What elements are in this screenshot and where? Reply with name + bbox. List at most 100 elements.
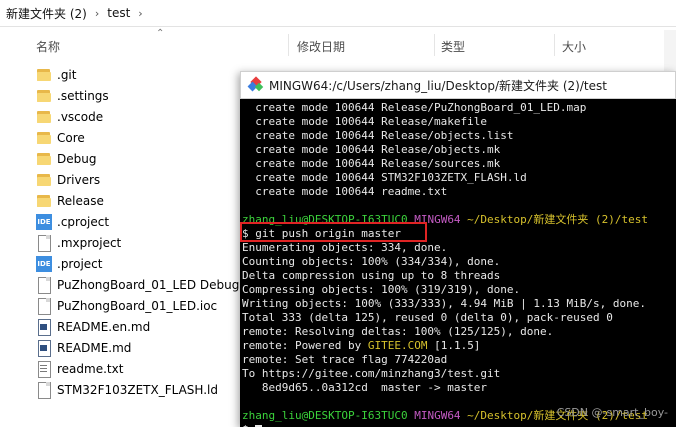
ide-icon-text: IDE <box>37 217 51 226</box>
file-row[interactable]: STM32F103ZETX_FLASH.ld <box>30 379 270 400</box>
terminal-window[interactable]: MINGW64:/c/Users/zhang_liu/Desktop/新建文件夹… <box>240 71 676 427</box>
watermark: CSDN @-smart_boy- <box>556 406 668 419</box>
sort-up-icon: ⌃ <box>156 28 165 39</box>
terminal-line: create mode 100644 Release/makefile <box>242 115 674 129</box>
terminal-text: 8ed9d65..0a312cd master -> master <box>242 381 488 394</box>
ide-file-icon: IDE <box>36 255 52 272</box>
file-name: .project <box>57 256 103 271</box>
file-row[interactable]: Debug <box>30 148 270 169</box>
chevron-right-icon[interactable]: › <box>138 7 142 20</box>
terminal-text: remote: Powered by <box>242 339 368 352</box>
folder-icon <box>36 67 52 83</box>
file-name: Core <box>57 130 85 145</box>
column-size[interactable]: 大小 <box>562 38 586 55</box>
folder-icon <box>36 172 52 188</box>
file-name: .vscode <box>57 109 104 124</box>
file-name: readme.txt <box>57 361 124 376</box>
file-icon <box>36 381 52 399</box>
file-row[interactable]: Core <box>30 127 270 148</box>
terminal-text: create mode 100644 readme.txt <box>242 185 448 198</box>
terminal-text: Compressing objects: 100% (319/319), don… <box>242 283 521 296</box>
folder-icon <box>36 151 52 167</box>
breadcrumb-current[interactable]: test <box>107 6 130 20</box>
git-bash-icon <box>247 76 264 92</box>
file-row[interactable]: Drivers <box>30 169 270 190</box>
terminal-line: Writing objects: 100% (333/333), 4.94 Mi… <box>242 297 674 311</box>
terminal-text: ~/Desktop/新建文件夹 (2)/test <box>460 213 649 226</box>
terminal-output[interactable]: create mode 100644 Release/PuZhongBoard_… <box>242 101 674 427</box>
terminal-line: create mode 100644 Release/objects.list <box>242 129 674 143</box>
file-name: .cproject <box>57 214 110 229</box>
terminal-text: Delta compression using up to 8 threads <box>242 269 501 282</box>
terminal-text: $ <box>242 423 255 427</box>
column-divider[interactable] <box>434 34 435 56</box>
folder-icon <box>36 109 52 125</box>
terminal-line: $ <box>242 423 674 427</box>
file-row[interactable]: README.md <box>30 337 270 358</box>
terminal-text: Enumerating objects: 334, done. <box>242 241 448 254</box>
file-name: Debug <box>57 151 97 166</box>
markdown-file-icon <box>36 339 52 357</box>
terminal-text: remote: Set trace flag 774220ad <box>242 353 448 366</box>
file-name: README.md <box>57 340 132 355</box>
terminal-line: create mode 100644 STM32F103ZETX_FLASH.l… <box>242 171 674 185</box>
file-row[interactable]: README.en.md <box>30 316 270 337</box>
terminal-line: create mode 100644 Release/objects.mk <box>242 143 674 157</box>
file-name: .git <box>57 67 77 82</box>
ide-icon-text: IDE <box>37 259 51 268</box>
terminal-line: Enumerating objects: 334, done. <box>242 241 674 255</box>
terminal-text: create mode 100644 Release/makefile <box>242 115 488 128</box>
file-icon <box>36 276 52 294</box>
file-icon <box>36 297 52 315</box>
file-row[interactable]: PuZhongBoard_01_LED Debug.l <box>30 274 270 295</box>
file-list: .git .settings .vscode Core Debug Drivers Rele… <box>30 64 270 400</box>
ide-file-icon: IDE <box>36 213 52 230</box>
file-row[interactable]: .git <box>30 64 270 85</box>
file-name: STM32F103ZETX_FLASH.ld <box>57 382 218 397</box>
terminal-text: GITEE.COM <box>367 339 428 352</box>
terminal-line: Total 333 (delta 125), reused 0 (delta 0… <box>242 311 674 325</box>
file-row[interactable]: .mxproject <box>30 232 270 253</box>
terminal-text: [1.1.5] <box>427 339 481 352</box>
file-row[interactable]: IDE .cproject <box>30 211 270 232</box>
file-row[interactable]: .settings <box>30 85 270 106</box>
folder-icon <box>36 130 52 146</box>
column-name[interactable]: 名称 <box>36 38 60 55</box>
breadcrumb: 新建文件夹 (2) › test › <box>0 0 676 27</box>
terminal-text: To https://gitee.com/minzhang3/test.git <box>242 367 501 380</box>
file-name: PuZhongBoard_01_LED Debug.l <box>57 277 247 292</box>
column-divider[interactable] <box>288 34 289 56</box>
file-name: Drivers <box>57 172 101 187</box>
terminal-text: create mode 100644 STM32F103ZETX_FLASH.l… <box>242 171 527 184</box>
terminal-line: remote: Resolving deltas: 100% (125/125)… <box>242 325 674 339</box>
terminal-line: remote: Powered by GITEE.COM [1.1.5] <box>242 339 674 353</box>
command-highlight-box <box>240 222 427 242</box>
file-row[interactable]: .vscode <box>30 106 270 127</box>
terminal-line: remote: Set trace flag 774220ad <box>242 353 674 367</box>
file-row[interactable]: readme.txt <box>30 358 270 379</box>
column-modified[interactable]: 修改日期 <box>297 38 345 55</box>
file-name: .settings <box>57 88 109 103</box>
terminal-titlebar[interactable]: MINGW64:/c/Users/zhang_liu/Desktop/新建文件夹… <box>240 71 676 99</box>
terminal-text: MINGW64 <box>407 409 461 422</box>
terminal-text: create mode 100644 Release/objects.mk <box>242 143 501 156</box>
breadcrumb-parent[interactable]: 新建文件夹 (2) <box>6 5 87 22</box>
file-row[interactable]: PuZhongBoard_01_LED.ioc <box>30 295 270 316</box>
terminal-line: create mode 100644 readme.txt <box>242 185 674 199</box>
file-row[interactable]: IDE .project <box>30 253 270 274</box>
file-icon <box>36 234 52 252</box>
column-divider[interactable] <box>554 34 555 56</box>
terminal-line: Delta compression using up to 8 threads <box>242 269 674 283</box>
terminal-line: create mode 100644 Release/PuZhongBoard_… <box>242 101 674 115</box>
terminal-line: 8ed9d65..0a312cd master -> master <box>242 381 674 395</box>
terminal-text: create mode 100644 Release/objects.list <box>242 129 514 142</box>
terminal-text: create mode 100644 Release/PuZhongBoard_… <box>242 101 587 114</box>
terminal-line: create mode 100644 Release/sources.mk <box>242 157 674 171</box>
file-name: PuZhongBoard_01_LED.ioc <box>57 298 218 313</box>
terminal-line: To https://gitee.com/minzhang3/test.git <box>242 367 674 381</box>
folder-icon <box>36 88 52 104</box>
column-type[interactable]: 类型 <box>441 38 465 55</box>
terminal-text: create mode 100644 Release/sources.mk <box>242 157 501 170</box>
file-row[interactable]: Release <box>30 190 270 211</box>
